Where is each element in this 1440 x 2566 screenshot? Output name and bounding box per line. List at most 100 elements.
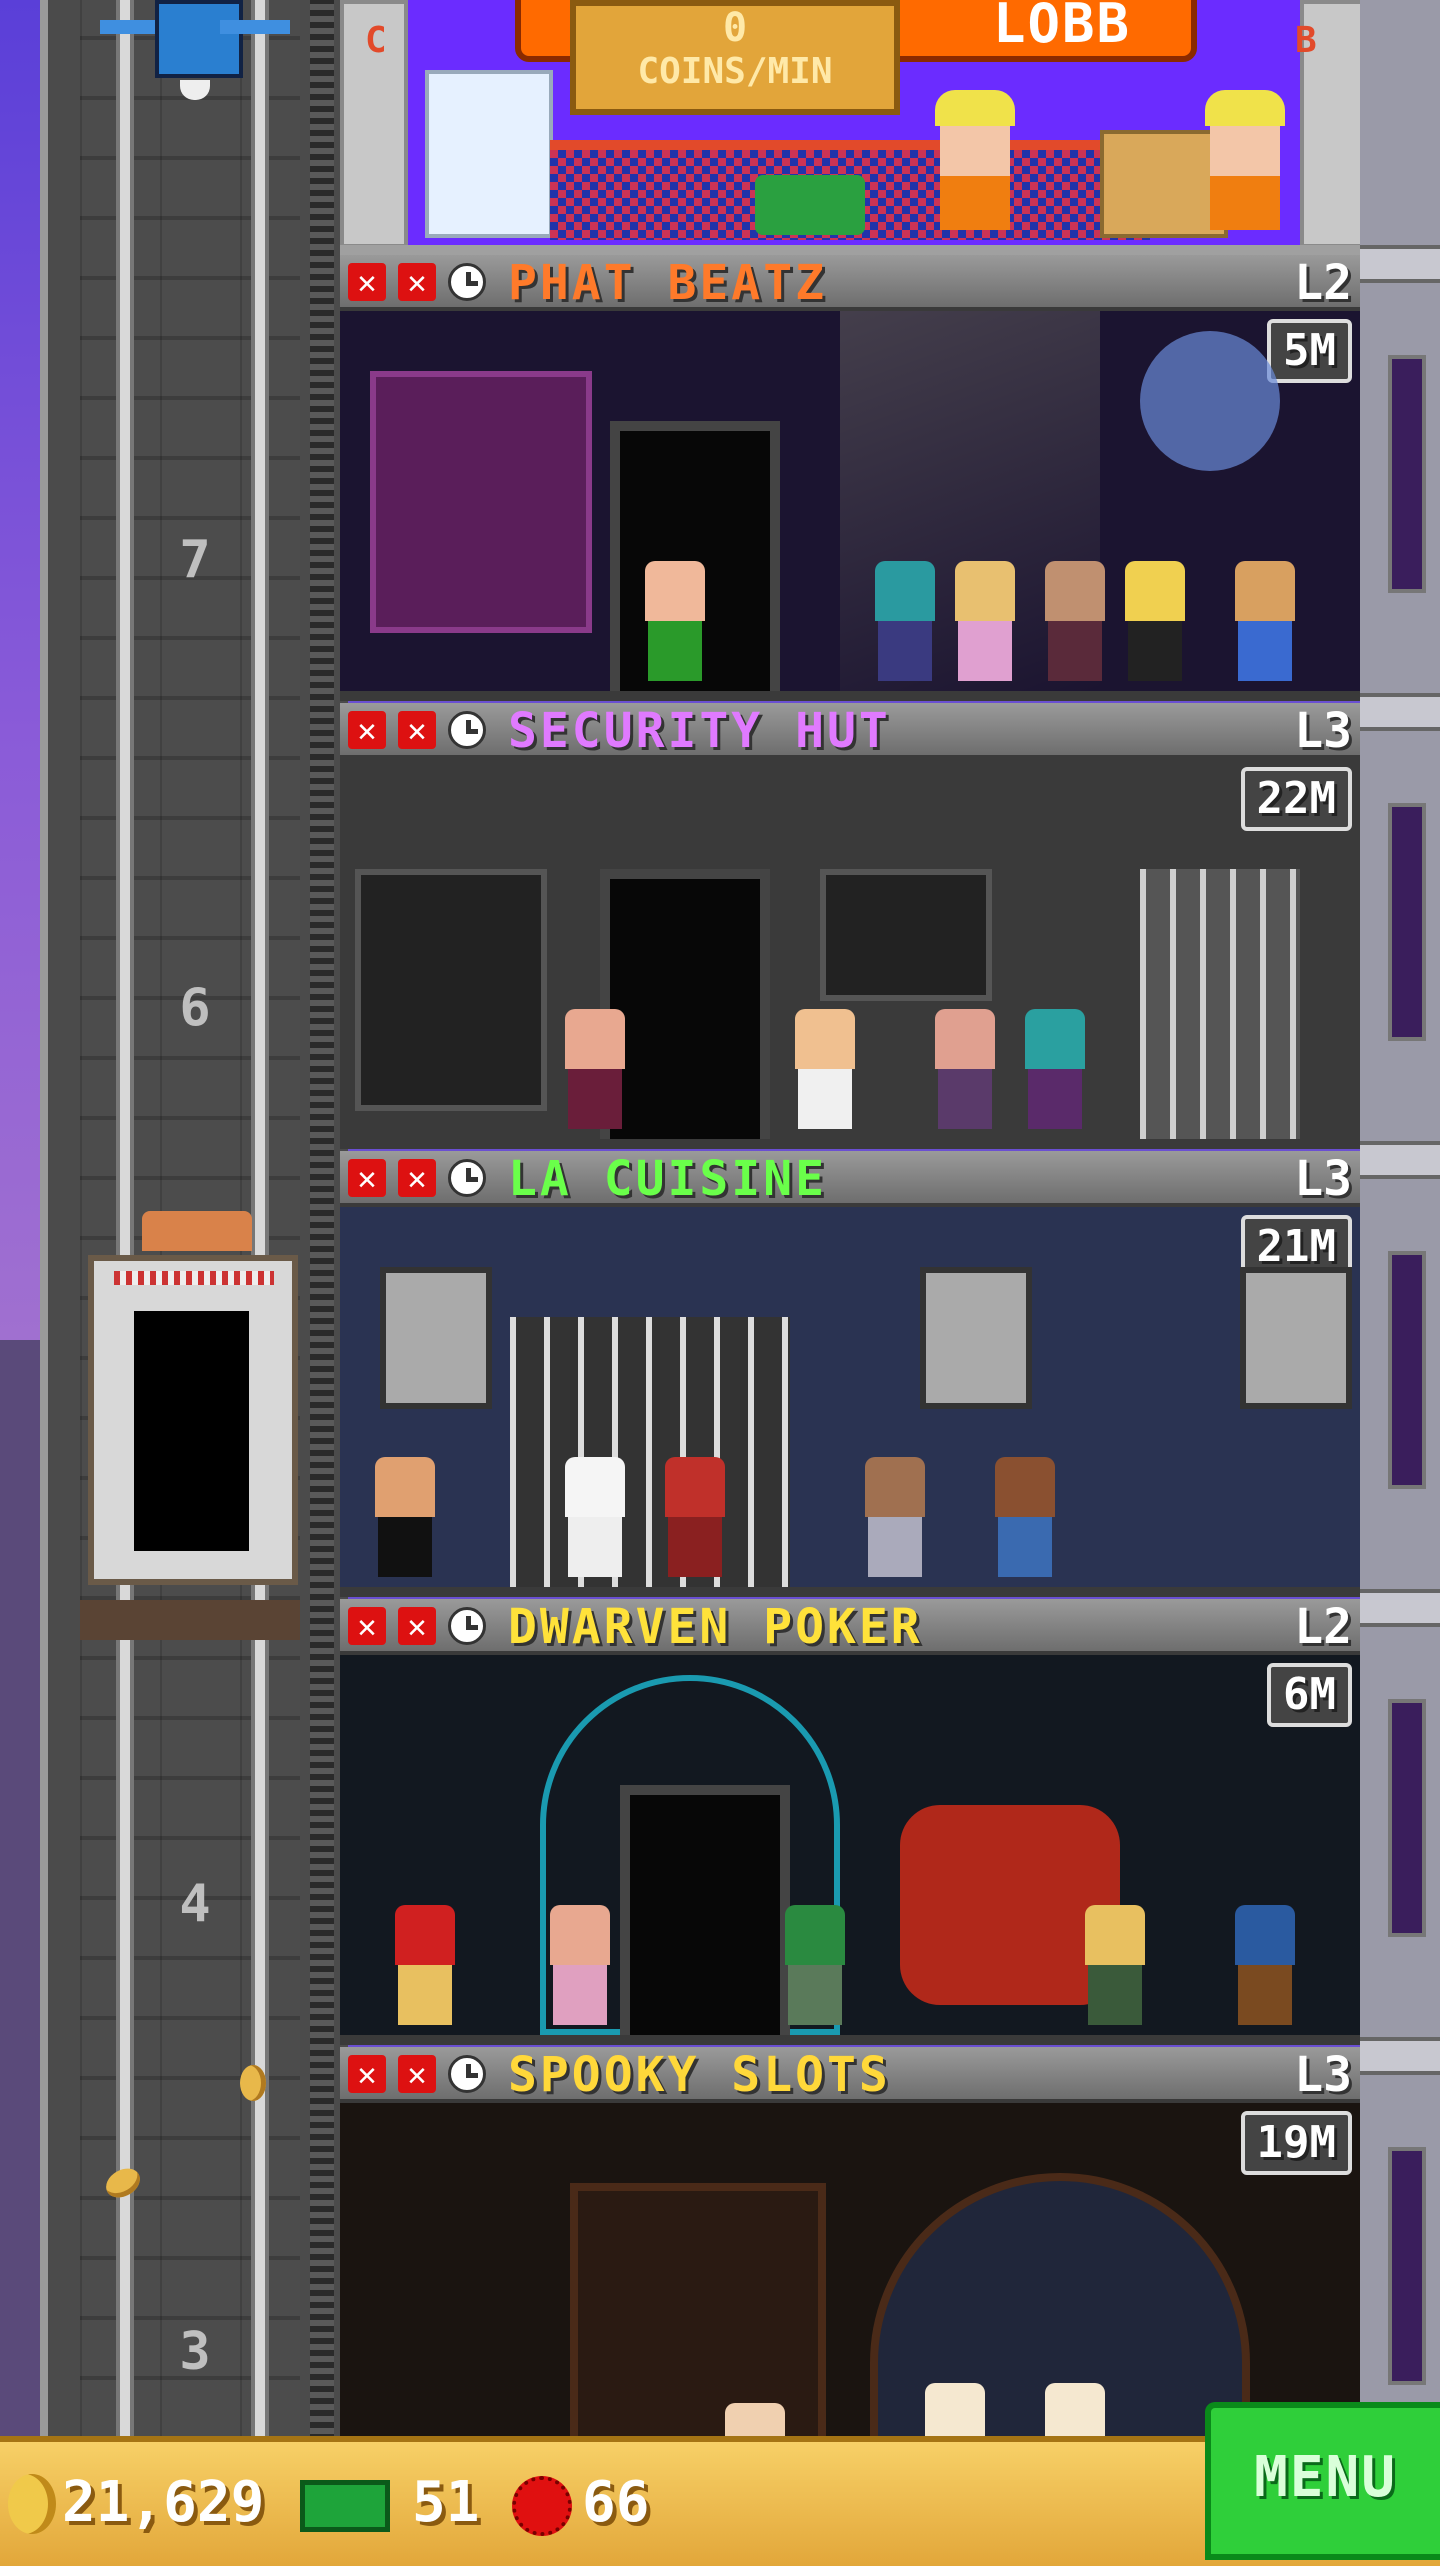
dwarf[interactable] (1230, 1905, 1300, 2025)
wall-painting (920, 1267, 1032, 1409)
floor-la-cuisine[interactable]: ✕ ✕ LA CUISINE L3 21M (340, 1151, 1360, 1599)
bitizen[interactable] (930, 1009, 1000, 1129)
floor-header[interactable]: ✕ ✕ PHAT BEATZ L2 (340, 255, 1360, 311)
bitizen[interactable] (860, 1457, 930, 1577)
jail-cell (1140, 869, 1300, 1139)
floor-room[interactable]: 6M (340, 1655, 1360, 2045)
monitor-wall (820, 869, 992, 1001)
bux-counter: 51 (412, 2470, 480, 2535)
coins-per-min-value: 0 (722, 5, 748, 51)
floor-door (620, 1785, 790, 2035)
bitizen[interactable] (640, 561, 710, 681)
floor-dwarven-poker[interactable]: ✕ ✕ DWARVEN POKER L2 6M (340, 1599, 1360, 2047)
out-of-stock-icon: ✕ (348, 711, 386, 749)
menu-button[interactable]: MENU (1205, 2402, 1440, 2560)
floor-room[interactable]: 5M (340, 311, 1360, 701)
floor-room[interactable]: 21M (340, 1207, 1360, 1597)
earnings-badge: 6M (1267, 1663, 1352, 1727)
sky-background (0, 0, 40, 2440)
floor-level: L2 (1294, 255, 1352, 311)
tower-right-wall (1360, 0, 1440, 2440)
dwarf[interactable] (390, 1905, 460, 2025)
earnings-badge: 22M (1240, 767, 1352, 831)
dj-booth (370, 371, 592, 633)
bitizen[interactable] (1040, 561, 1110, 681)
floor-header[interactable]: ✕ ✕ SPOOKY SLOTS L3 (340, 2047, 1360, 2103)
coins-counter: 21,629 (62, 2470, 265, 2535)
security-guard[interactable] (790, 1009, 860, 1129)
clock-icon (448, 2055, 486, 2093)
lobby-floor[interactable]: C B LOBB 0 COINS/MIN (340, 0, 1360, 255)
shaft-floor-number-4: 4 (179, 1874, 211, 1934)
clock-icon (448, 1607, 486, 1645)
floor-header[interactable]: ✕ ✕ LA CUISINE L3 (340, 1151, 1360, 1207)
floor-header[interactable]: ✕ ✕ DWARVEN POKER L2 (340, 1599, 1360, 1655)
bitizen[interactable] (545, 1905, 615, 2025)
bitizen[interactable] (950, 561, 1020, 681)
shaft-pole (310, 0, 334, 2440)
floor-room[interactable]: 22M (340, 759, 1360, 1149)
falling-coin-icon[interactable] (240, 2065, 266, 2101)
monitor-wall (355, 869, 547, 1111)
elevator-base (80, 1600, 300, 1640)
earnings-badge: 5M (1267, 319, 1352, 383)
floor-header[interactable]: ✕ ✕ SECURITY HUT L3 (340, 703, 1360, 759)
floor-level: L2 (1294, 1599, 1352, 1655)
floor-name: LA CUISINE (508, 1151, 827, 1207)
construction-worker[interactable] (930, 90, 1020, 230)
out-of-stock-icon: ✕ (398, 1159, 436, 1197)
elevator-drone-icon (100, 0, 290, 100)
golden-ticket-icon (512, 2476, 572, 2536)
bitizen[interactable] (1120, 561, 1190, 681)
floor-name: PHAT BEATZ (508, 255, 827, 311)
out-of-stock-icon: ✕ (398, 263, 436, 301)
floor-name: SECURITY HUT (508, 703, 891, 759)
construction-worker[interactable] (1200, 90, 1290, 230)
coin-icon (8, 2474, 56, 2534)
waiter[interactable] (370, 1457, 440, 1577)
floor-name: SPOOKY SLOTS (508, 2047, 891, 2103)
coins-per-min-counter: 0 COINS/MIN (570, 0, 900, 115)
bitizen[interactable] (870, 561, 940, 681)
wall-painting (380, 1267, 492, 1409)
clock-icon (448, 711, 486, 749)
wall-painting (1240, 1267, 1352, 1409)
shaft-floor-number-7: 7 (179, 530, 211, 590)
lobby-sign-letter: B (1295, 20, 1317, 61)
gems-counter: 66 (582, 2470, 650, 2535)
briefcase-icon (755, 175, 865, 235)
elevator-rail-left (120, 0, 130, 2440)
city-silhouette (0, 1340, 40, 2440)
out-of-stock-icon: ✕ (348, 1159, 386, 1197)
out-of-stock-icon: ✕ (398, 1607, 436, 1645)
out-of-stock-icon: ✕ (398, 2055, 436, 2093)
bitizen[interactable] (1020, 1009, 1090, 1129)
bitizen[interactable] (1080, 1905, 1150, 2025)
bitizen[interactable] (560, 1009, 630, 1129)
floor-level: L3 (1294, 2047, 1352, 2103)
out-of-stock-icon: ✕ (348, 2055, 386, 2093)
earnings-badge: 19M (1240, 2111, 1352, 2175)
clock-icon (448, 263, 486, 301)
bitizen[interactable] (660, 1457, 730, 1577)
lobby-sign-letter: C (365, 20, 387, 61)
floor-level: L3 (1294, 703, 1352, 759)
bitizen[interactable] (780, 1905, 850, 2025)
disco-ball-icon (1140, 331, 1280, 471)
coins-per-min-label: COINS/MIN (637, 51, 833, 92)
elevator-car[interactable] (88, 1211, 298, 1585)
floor-phat-beatz[interactable]: ✕ ✕ PHAT BEATZ L2 5M (340, 255, 1360, 703)
shaft-floor-number-6: 6 (179, 978, 211, 1038)
lobby-glass-door (425, 70, 553, 238)
out-of-stock-icon: ✕ (348, 263, 386, 301)
lobby-banner-text: LOBB (992, 0, 1131, 55)
shaft-floor-number-3: 3 (179, 2322, 211, 2382)
bitizen[interactable] (1230, 561, 1300, 681)
elevator-passenger-icon (142, 1211, 252, 1251)
clock-icon (448, 1159, 486, 1197)
out-of-stock-icon: ✕ (398, 711, 436, 749)
chef[interactable] (560, 1457, 630, 1577)
elevator-door (134, 1311, 249, 1551)
bitizen[interactable] (990, 1457, 1060, 1577)
floor-security-hut[interactable]: ✕ ✕ SECURITY HUT L3 22M (340, 703, 1360, 1151)
